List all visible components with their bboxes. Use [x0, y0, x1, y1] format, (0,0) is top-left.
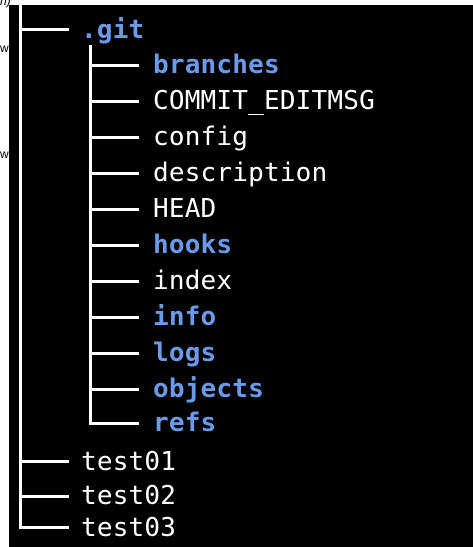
tree-line-info-branch [89, 316, 139, 319]
tree-line-config-branch [89, 136, 139, 139]
tree-entry-config-file[interactable]: config [153, 119, 248, 155]
tree-entry-git-dir[interactable]: .git [81, 12, 144, 48]
tree-line-objects-branch [89, 388, 139, 391]
tree-entry-refs-dir[interactable]: refs [153, 405, 216, 441]
tree-line-hooks-branch [89, 244, 139, 247]
tree-entry-description-file[interactable]: description [153, 155, 327, 191]
tree-entry-test01-file[interactable]: test01 [81, 444, 176, 480]
tree-entry-logs-dir[interactable]: logs [153, 335, 216, 371]
tree-line-test03-branch [19, 526, 69, 529]
tree-line-root-vertical [19, 5, 22, 529]
tree-line-git-branch [19, 28, 69, 31]
tree-entry-head-file[interactable]: HEAD [153, 191, 216, 227]
tree-line-head-branch [89, 208, 139, 211]
tree-entry-branches-dir[interactable]: branches [153, 47, 280, 83]
tree-line-branches-branch [89, 64, 139, 67]
tree-entry-info-dir[interactable]: info [153, 299, 216, 335]
tree-line-test01-branch [19, 460, 69, 463]
tree-line-index-branch [89, 280, 139, 283]
tree-entry-hooks-dir[interactable]: hooks [153, 227, 232, 263]
tree-entry-index-file[interactable]: index [153, 263, 232, 299]
tree-line-refs-branch [89, 422, 139, 425]
tree-entry-objects-dir[interactable]: objects [153, 371, 264, 407]
tree-line-test02-branch [19, 495, 69, 498]
tree-line-description-branch [89, 172, 139, 175]
terminal-window: .git branches COMMIT_EDITMSG config desc… [9, 5, 473, 547]
tree-line-logs-branch [89, 352, 139, 355]
tree-entry-test03-file[interactable]: test03 [81, 510, 176, 546]
tree-entry-commit-editmsg-file[interactable]: COMMIT_EDITMSG [153, 83, 375, 119]
tree-line-commit-editmsg-branch [89, 100, 139, 103]
tree-entry-test02-file[interactable]: test02 [81, 478, 176, 514]
